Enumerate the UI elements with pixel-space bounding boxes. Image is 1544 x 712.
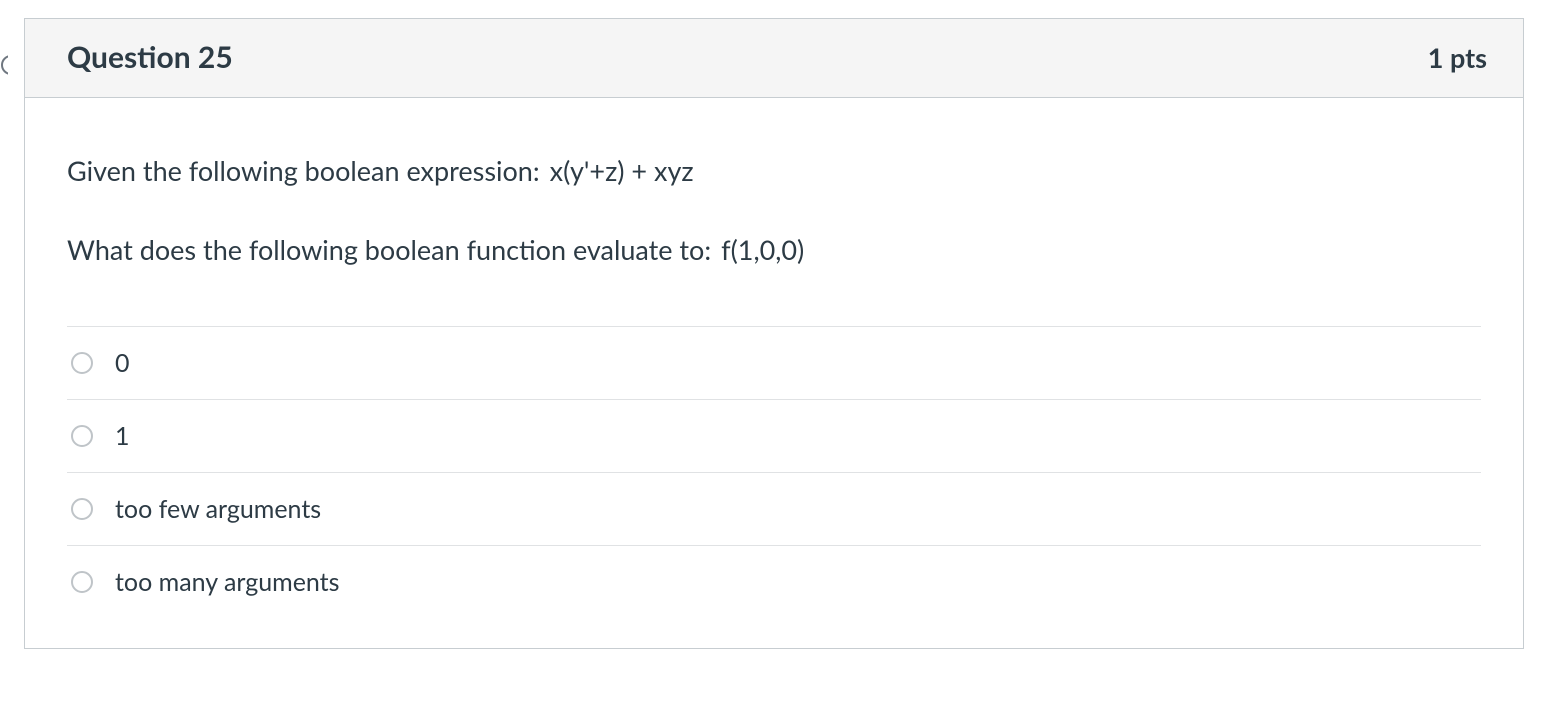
answer-option[interactable]: 1 [67,399,1481,472]
answers-list: 0 1 too few arguments too many arguments [67,326,1481,618]
question-body: Given the following boolean expression: … [25,98,1523,648]
prompt-line-1-prefix: Given the following boolean expression: [67,154,540,187]
answer-label: 0 [115,348,130,378]
answer-label: too many arguments [115,567,339,597]
prompt-line-2-prefix: What does the following boolean function… [67,233,711,266]
answer-radio[interactable] [71,425,93,447]
answer-radio[interactable] [71,498,93,520]
prompt-line-2-expression: f(1,0,0) [721,233,804,266]
prompt-line-1: Given the following boolean expression: … [67,154,1481,187]
answer-label: too few arguments [115,494,321,524]
question-title: Question 25 [67,39,233,75]
question-points: 1 pts [1428,41,1487,74]
question-indicator-icon [0,54,8,76]
question-header: Question 25 1 pts [25,19,1523,98]
answer-option[interactable]: too many arguments [67,545,1481,618]
answer-label: 1 [115,421,130,451]
answer-option[interactable]: too few arguments [67,472,1481,545]
answer-radio[interactable] [71,571,93,593]
prompt-line-1-expression: x(y'+z) + xyz [550,154,694,187]
answer-radio[interactable] [71,352,93,374]
answer-option[interactable]: 0 [67,326,1481,399]
prompt-line-2: What does the following boolean function… [67,233,1481,266]
question-card: Question 25 1 pts Given the following bo… [24,18,1524,649]
